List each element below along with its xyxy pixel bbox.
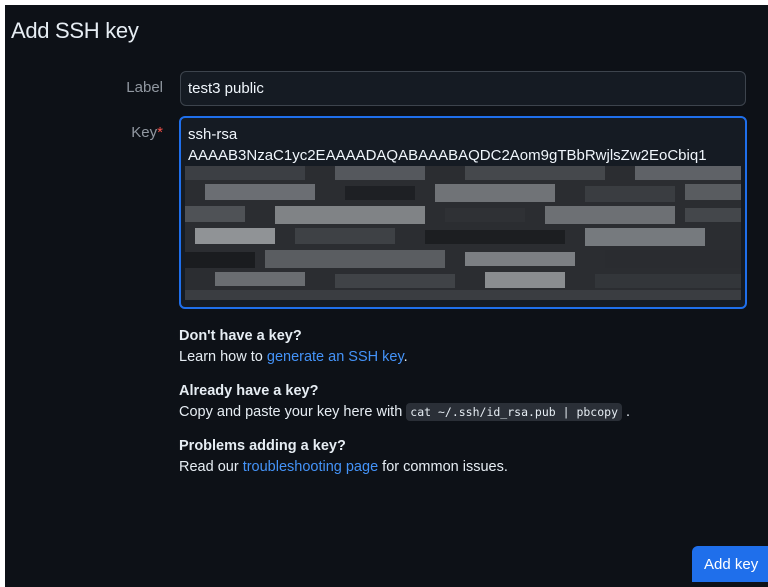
troubleshooting-page-link[interactable]: troubleshooting page (243, 459, 378, 475)
help-problems-text: Read our troubleshooting page for common… (179, 457, 508, 477)
key-label-text: Key (131, 124, 158, 141)
required-marker: * (157, 124, 163, 141)
help-no-key: Don't have a key? Learn how to generate … (179, 327, 408, 367)
help-problems: Problems adding a key? Read our troubles… (179, 437, 508, 477)
label-input[interactable] (180, 71, 746, 106)
label-field-label: Label (126, 79, 163, 96)
generate-ssh-key-link[interactable]: generate an SSH key (267, 349, 404, 365)
key-textarea[interactable]: ssh-rsa AAAAB3NzaC1yc2EAAAADAQABAAABAQDC2… (179, 116, 747, 309)
help-no-key-prefix: Learn how to (179, 349, 267, 365)
help-problems-heading: Problems adding a key? (179, 438, 346, 454)
help-have-key-text: Copy and paste your key here with cat ~/… (179, 402, 630, 422)
key-text: ssh-rsa AAAAB3NzaC1yc2EAAAADAQABAAABAQDC2… (188, 124, 739, 166)
copy-command-code: cat ~/.ssh/id_rsa.pub | pbcopy (406, 403, 623, 421)
help-problems-prefix: Read our (179, 459, 243, 475)
key-line-data: AAAAB3NzaC1yc2EAAAADAQABAAABAQDC2Aom9gTB… (188, 147, 707, 164)
key-line-type: ssh-rsa (188, 126, 238, 143)
help-have-key: Already have a key? Copy and paste your … (179, 382, 630, 422)
dialog-title: Add SSH key (11, 18, 139, 43)
help-have-key-prefix: Copy and paste your key here with (179, 404, 407, 420)
add-key-button[interactable]: Add key (692, 546, 768, 582)
help-no-key-suffix: . (403, 349, 408, 365)
help-have-key-heading: Already have a key? (179, 383, 319, 399)
help-have-key-suffix: . (622, 404, 631, 420)
redacted-key-content (185, 166, 741, 300)
help-no-key-text: Learn how to generate an SSH key. (179, 347, 408, 367)
add-ssh-key-dialog: Add SSH key Label Key* ssh-rsa AAAAB3NzaC… (5, 5, 768, 587)
help-no-key-heading: Don't have a key? (179, 328, 302, 344)
key-field-label: Key* (83, 124, 163, 141)
help-problems-suffix: for common issues. (378, 459, 508, 475)
